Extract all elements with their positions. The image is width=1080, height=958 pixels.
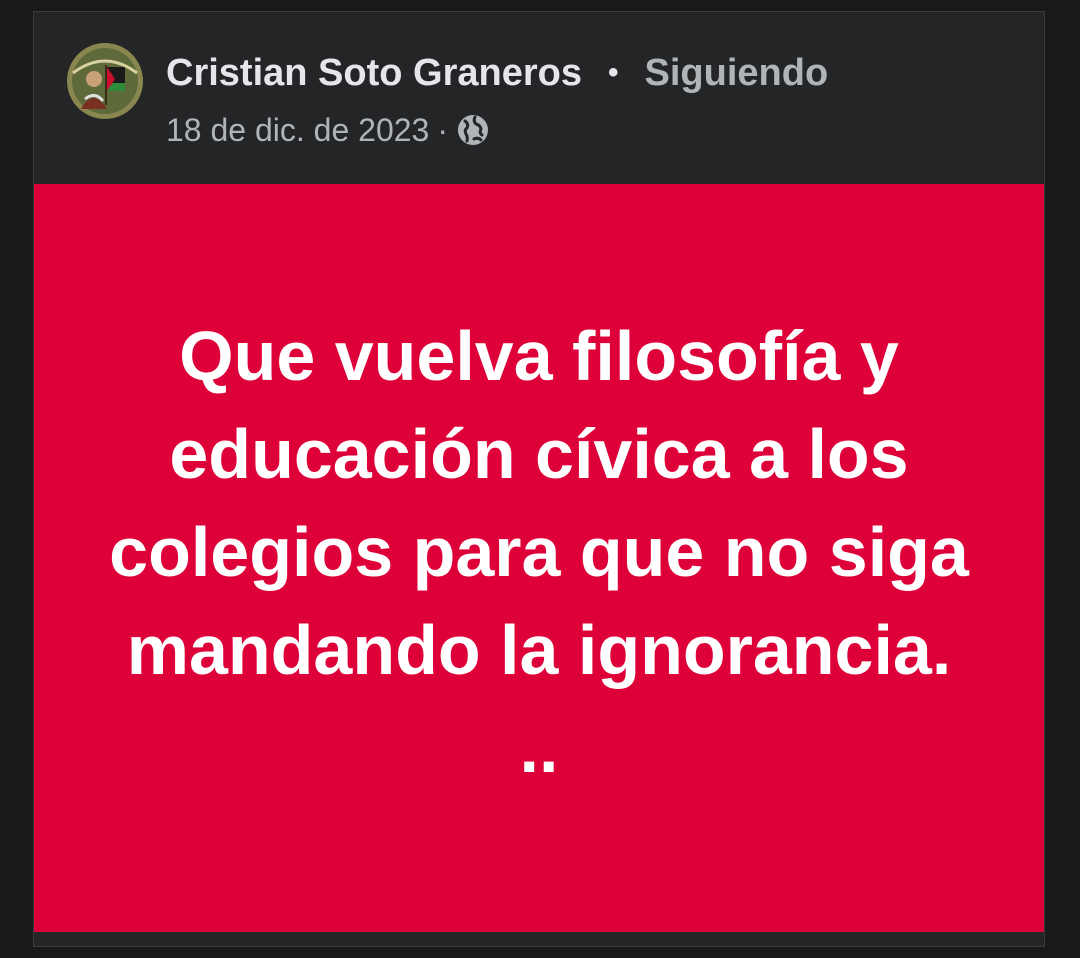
post-text: Que vuelva filosofía y educación cívica … bbox=[109, 317, 969, 787]
author-name[interactable]: Cristian Soto Graneros bbox=[166, 52, 582, 95]
post-meta: 18 de dic. de 2023 · bbox=[166, 110, 490, 150]
author-avatar[interactable] bbox=[67, 43, 143, 119]
post-footer bbox=[34, 932, 1044, 946]
avatar-image bbox=[67, 43, 143, 119]
name-separator: • bbox=[607, 56, 619, 89]
meta-separator: · bbox=[437, 111, 448, 148]
post-header: Cristian Soto Graneros • Siguiendo 18 de… bbox=[34, 12, 1044, 184]
post-content[interactable]: Que vuelva filosofía y educación cívica … bbox=[34, 184, 1044, 932]
globe-icon[interactable] bbox=[456, 113, 490, 147]
following-button[interactable]: Siguiendo bbox=[645, 52, 829, 95]
post-card: Cristian Soto Graneros • Siguiendo 18 de… bbox=[33, 11, 1045, 947]
name-row: Cristian Soto Graneros • Siguiendo bbox=[166, 50, 828, 96]
post-date[interactable]: 18 de dic. de 2023 bbox=[166, 112, 429, 149]
